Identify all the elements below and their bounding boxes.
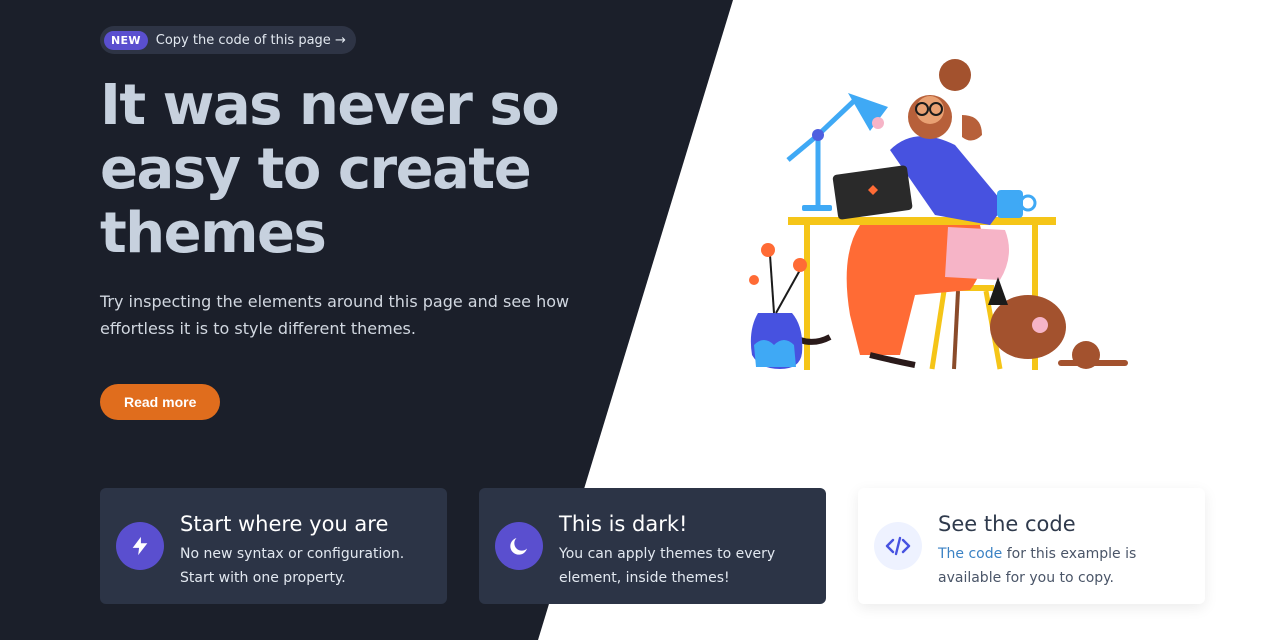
card-title: This is dark! (559, 512, 688, 536)
card-text: The code for this example is available f… (938, 542, 1189, 590)
card-text: You can apply themes to every element, i… (559, 546, 776, 586)
banner-link-text: Copy the code of this page → (155, 32, 346, 48)
woman-figure-icon (799, 59, 1009, 368)
copy-code-banner-link[interactable]: NEW Copy the code of this page → (100, 26, 356, 54)
moon-icon (495, 522, 543, 570)
mug-icon (997, 190, 1037, 218)
card-text: No new syntax or configuration. Start wi… (180, 546, 405, 586)
read-more-button[interactable]: Read more (100, 384, 221, 420)
bolt-icon (116, 522, 164, 570)
card-title: Start where you are (180, 512, 389, 536)
hero-title: It was never so easy to create themes (100, 73, 560, 266)
feature-card-dark: This is dark! You can apply themes to ev… (479, 488, 826, 604)
dog-icon (988, 277, 1128, 369)
flower-vase-icon (749, 243, 807, 369)
feature-card-code: See the code The code for this example i… (858, 488, 1205, 604)
code-link[interactable]: The code (938, 546, 1002, 562)
code-icon (874, 522, 922, 570)
chair-icon (929, 285, 1003, 370)
woman-at-desk-illustration (749, 59, 1128, 370)
feature-card-start: Start where you are No new syntax or con… (100, 488, 447, 604)
card-title: See the code (938, 512, 1076, 536)
hero-subtitle: Try inspecting the elements around this … (100, 292, 570, 338)
hero-section: NEW Copy the code of this page → It was … (100, 26, 620, 420)
new-badge: NEW (104, 30, 148, 50)
feature-cards: Start where you are No new syntax or con… (100, 488, 1205, 604)
laptop-icon (832, 165, 913, 220)
